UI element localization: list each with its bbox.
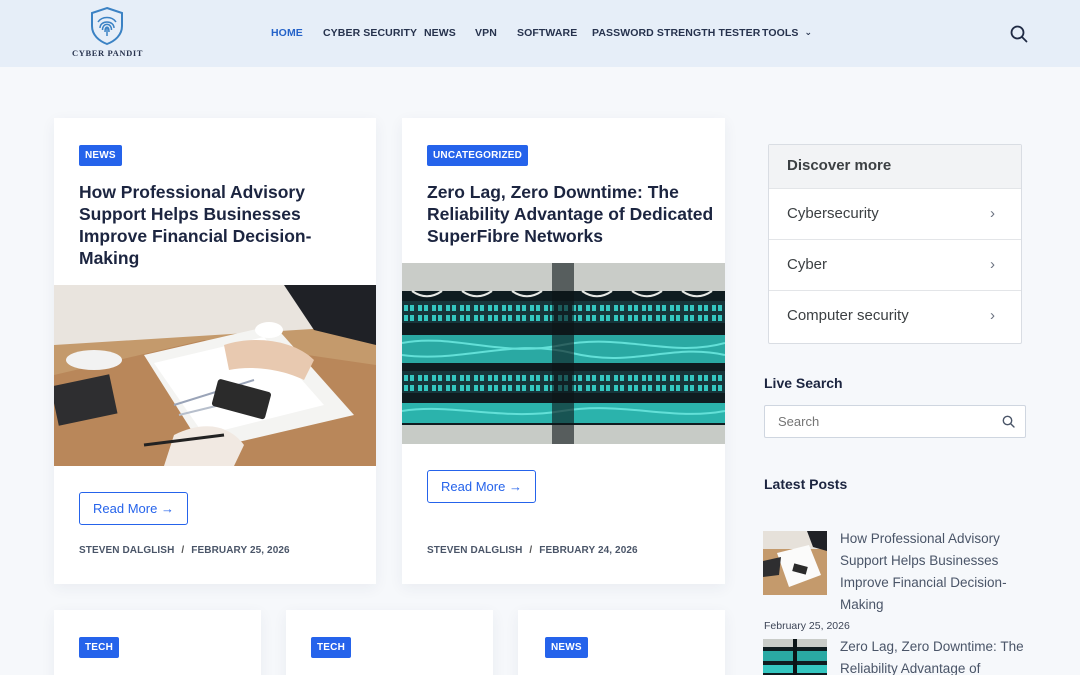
discover-more-widget: Discover more Cybersecurity › Cyber › Co… — [768, 144, 1022, 344]
live-search-heading: Live Search — [764, 375, 843, 391]
post-image-business-meeting[interactable] — [54, 285, 376, 466]
site-logo[interactable]: CYBER PANDIT — [72, 6, 142, 62]
read-more-label: Read More — [93, 501, 158, 516]
fibre-cables-thumbnail — [763, 639, 827, 675]
post-author[interactable]: STEVEN DALGLISH — [79, 545, 174, 556]
discover-item-label: Cyber — [787, 256, 828, 273]
chevron-right-icon: › — [990, 307, 995, 324]
post-card: NEWS How Professional Advisory Support H… — [54, 118, 376, 584]
latest-posts-heading: Latest Posts — [764, 476, 848, 492]
nav-cyber-security[interactable]: CYBER SECURITY — [323, 27, 417, 39]
nav-news[interactable]: NEWS — [424, 27, 456, 39]
post-meta: STEVEN DALGLISH / FEBRUARY 25, 2026 — [79, 545, 290, 556]
nav-vpn[interactable]: VPN — [475, 27, 497, 39]
read-more-button[interactable]: Read More → — [79, 492, 188, 525]
post-date: FEBRUARY 24, 2026 — [539, 545, 638, 556]
latest-post-thumbnail[interactable] — [763, 639, 827, 675]
meta-separator: / — [529, 545, 533, 556]
discover-item-label: Computer security — [787, 307, 909, 324]
read-more-button[interactable]: Read More → — [427, 470, 536, 503]
post-author[interactable]: STEVEN DALGLISH — [427, 545, 522, 556]
chevron-right-icon: › — [990, 256, 995, 273]
latest-post-title[interactable]: Zero Lag, Zero Downtime: The Reliability… — [840, 636, 1025, 675]
post-title[interactable]: Zero Lag, Zero Downtime: The Reliability… — [427, 181, 717, 247]
fibre-cables-illustration — [402, 263, 725, 444]
post-card: TECH — [54, 610, 261, 675]
post-meta: STEVEN DALGLISH / FEBRUARY 24, 2026 — [427, 545, 638, 556]
arrow-right-icon: → — [508, 479, 522, 494]
category-badge[interactable]: NEWS — [79, 145, 122, 166]
chevron-down-icon: ⌄ — [804, 27, 813, 37]
post-title[interactable]: How Professional Advisory Support Helps … — [79, 181, 364, 269]
logo-text: CYBER PANDIT — [72, 48, 144, 58]
post-card: UNCATEGORIZED Zero Lag, Zero Downtime: T… — [402, 118, 725, 584]
category-badge[interactable]: UNCATEGORIZED — [427, 145, 529, 166]
header-search-button[interactable] — [1009, 24, 1029, 44]
latest-post-thumbnail[interactable] — [763, 531, 827, 595]
post-card: TECH — [286, 610, 493, 675]
meta-separator: / — [181, 545, 185, 556]
nav-tools[interactable]: TOOLS ⌄ — [762, 27, 812, 39]
business-meeting-illustration — [54, 285, 376, 466]
discover-more-heading: Discover more — [769, 145, 1021, 188]
nav-home[interactable]: HOME — [271, 27, 303, 39]
category-badge[interactable]: TECH — [311, 637, 352, 658]
discover-item-cybersecurity[interactable]: Cybersecurity › — [769, 188, 1021, 239]
post-image-fibre-network[interactable] — [402, 263, 725, 444]
discover-item-computer-security[interactable]: Computer security › — [769, 290, 1021, 341]
read-more-label: Read More — [441, 479, 506, 494]
discover-item-label: Cybersecurity — [787, 205, 879, 222]
post-card: NEWS — [518, 610, 725, 675]
business-meeting-thumbnail — [763, 531, 827, 595]
nav-tools-label: TOOLS — [762, 27, 799, 39]
live-search-button[interactable] — [1002, 415, 1015, 433]
category-badge[interactable]: TECH — [79, 637, 120, 658]
fingerprint-shield-icon — [91, 6, 123, 46]
search-icon — [1010, 25, 1028, 43]
live-search-input[interactable] — [765, 406, 985, 437]
discover-item-cyber[interactable]: Cyber › — [769, 239, 1021, 290]
post-date: FEBRUARY 25, 2026 — [191, 545, 290, 556]
latest-post-date: February 25, 2026 — [764, 620, 850, 632]
site-header: CYBER PANDIT HOME CYBER SECURITY NEWS VP… — [0, 0, 1080, 67]
nav-password-strength-tester[interactable]: PASSWORD STRENGTH TESTER — [592, 27, 760, 39]
latest-post-title[interactable]: How Professional Advisory Support Helps … — [840, 528, 1020, 616]
chevron-right-icon: › — [990, 205, 995, 222]
nav-software[interactable]: SOFTWARE — [517, 27, 577, 39]
arrow-right-icon: → — [160, 501, 174, 516]
live-search-box — [764, 405, 1026, 438]
category-badge[interactable]: NEWS — [545, 637, 588, 658]
search-icon — [1002, 415, 1015, 428]
